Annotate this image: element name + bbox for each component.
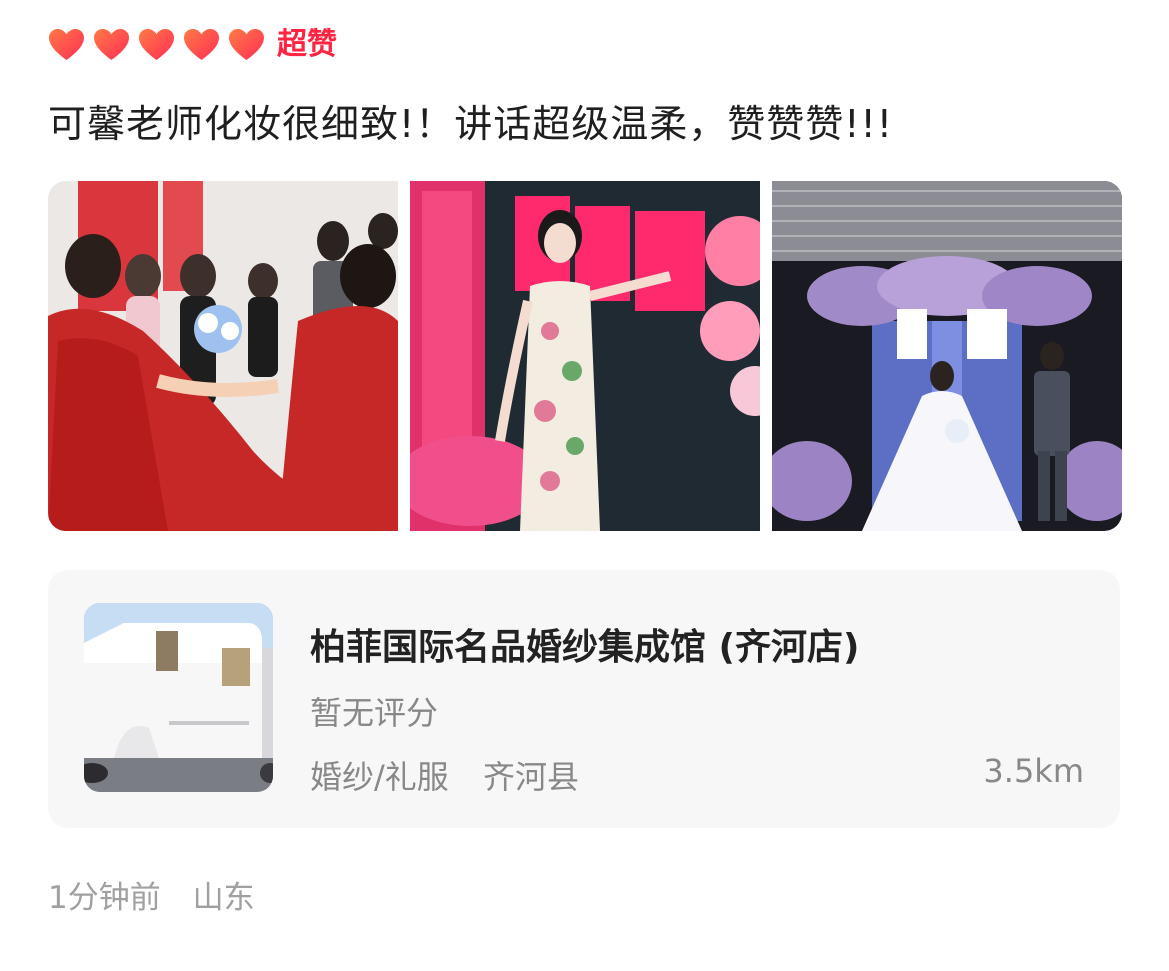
wedding-photo-qipao-bride[interactable] bbox=[410, 181, 760, 531]
review-text: 可馨老师化妆很细致!！讲话超级温柔，赞赞赞!!! bbox=[48, 102, 893, 146]
rating-label: 超赞 bbox=[277, 27, 337, 62]
shop-name[interactable]: 柏菲国际名品婚纱集成馆 (齐河店) bbox=[310, 618, 859, 670]
shop-category: 婚纱/礼服 bbox=[310, 758, 449, 796]
heart-icon bbox=[228, 28, 265, 62]
shop-rating-text: 暂无评分 bbox=[310, 694, 439, 732]
shop-district: 齐河县 bbox=[482, 758, 579, 796]
post-time: 1分钟前 bbox=[48, 880, 161, 916]
post-location: 山东 bbox=[192, 880, 255, 916]
wedding-photo-red-gowns[interactable] bbox=[48, 181, 398, 531]
heart-icon bbox=[93, 28, 130, 62]
post-footer: 1分钟前 山东 bbox=[48, 872, 255, 917]
heart-icon bbox=[48, 28, 85, 62]
shop-distance: 3.5km bbox=[983, 752, 1084, 790]
shop-meta: 婚纱/礼服 齐河县 bbox=[310, 752, 579, 798]
wedding-photo-white-gown-stage[interactable] bbox=[772, 181, 1122, 531]
photo-gallery bbox=[48, 181, 1122, 531]
rating-row: 超赞 bbox=[48, 27, 337, 63]
heart-icon bbox=[138, 28, 175, 62]
heart-icon bbox=[183, 28, 220, 62]
shop-card[interactable]: 柏菲国际名品婚纱集成馆 (齐河店) 暂无评分 婚纱/礼服 齐河县 3.5km bbox=[48, 570, 1120, 828]
shop-thumbnail bbox=[84, 603, 273, 792]
